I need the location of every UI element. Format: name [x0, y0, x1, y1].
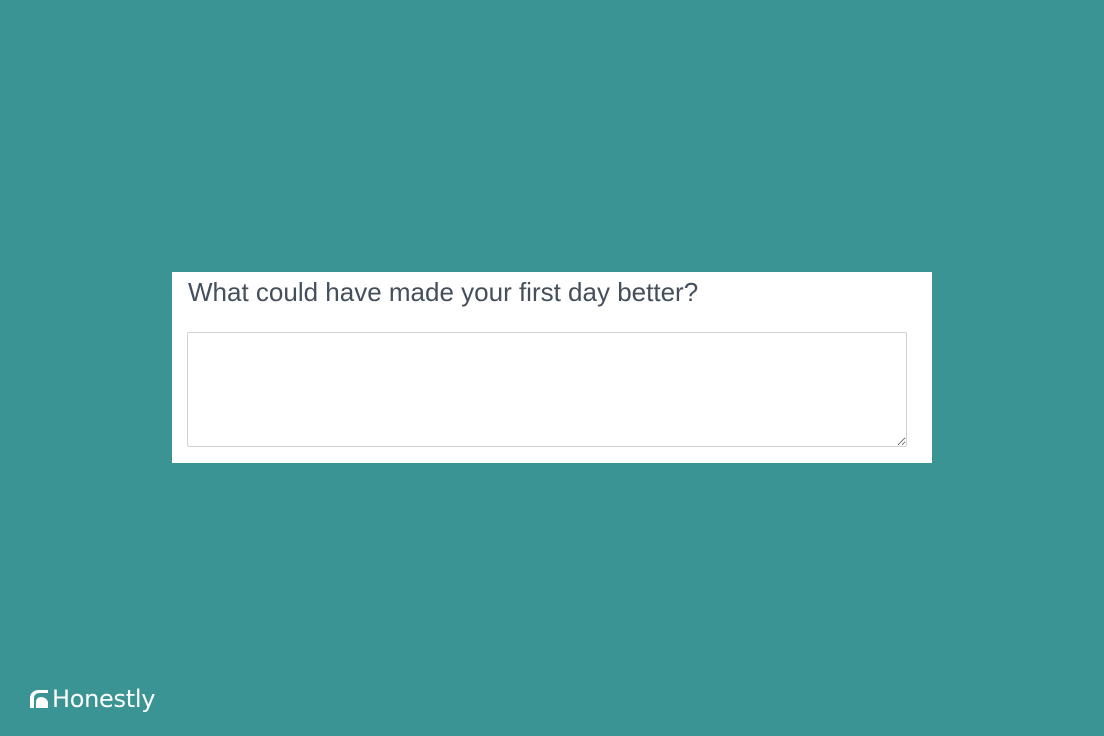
question-label: What could have made your first day bett… [188, 277, 699, 307]
brand-logo: Honestly [28, 684, 155, 714]
answer-textarea[interactable] [187, 332, 907, 447]
brand-name: Honestly [52, 685, 156, 713]
question-card: What could have made your first day bett… [172, 272, 932, 463]
honestly-logo-icon [28, 689, 50, 709]
page-background: { "survey": { "question": "What could ha… [0, 0, 1104, 736]
